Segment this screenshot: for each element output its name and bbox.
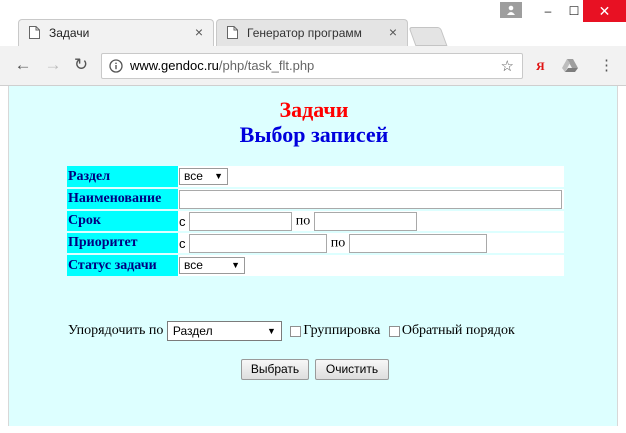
priority-to-input[interactable] bbox=[348, 233, 487, 253]
filter-row-name: Наименование bbox=[67, 187, 564, 210]
deadline-from-label: с bbox=[179, 213, 186, 229]
select-button[interactable]: Выбрать bbox=[241, 359, 309, 380]
browser-toolbar: ← → ↻ www.gendoc.ru/php/task_flt.php ☆ Я… bbox=[0, 46, 626, 86]
priority-from-label: с bbox=[179, 235, 186, 251]
filter-row-priority: Приоритет с по bbox=[67, 231, 564, 254]
back-arrow-icon[interactable]: ← bbox=[12, 54, 34, 76]
tab-generator[interactable]: Генератор программ × bbox=[216, 19, 408, 46]
group-checkbox[interactable] bbox=[290, 325, 302, 337]
dropdown-arrow-icon: ▼ bbox=[231, 260, 240, 271]
section-label: Раздел bbox=[67, 166, 178, 188]
sort-options: Упорядочить по Раздел ▼ Группировка Обрат… bbox=[68, 321, 515, 343]
forward-arrow-icon[interactable]: → bbox=[42, 54, 64, 76]
tab-title: Задачи bbox=[49, 26, 90, 40]
deadline-to-label: по bbox=[295, 213, 311, 228]
filter-row-section: Раздел все ▼ bbox=[67, 166, 564, 188]
url-text: www.gendoc.ru/php/task_flt.php bbox=[130, 58, 315, 73]
browser-titlebar: Задачи × Генератор программ × – ☐ ✕ bbox=[0, 0, 626, 46]
drive-extension-icon[interactable] bbox=[562, 58, 578, 72]
status-label: Статус задачи bbox=[67, 253, 178, 276]
clear-button[interactable]: Очистить bbox=[315, 359, 389, 380]
name-label: Наименование bbox=[67, 187, 178, 210]
priority-label: Приоритет bbox=[67, 231, 178, 254]
page-content: Задачи Выбор записей Раздел все ▼ Наимено… bbox=[8, 86, 618, 426]
tab-title: Генератор программ bbox=[247, 26, 362, 40]
priority-to-label: по bbox=[330, 235, 346, 250]
document-icon bbox=[227, 26, 238, 39]
tab-tasks[interactable]: Задачи × bbox=[18, 19, 214, 46]
deadline-to-input[interactable] bbox=[313, 211, 417, 231]
document-icon bbox=[29, 26, 40, 39]
status-select[interactable]: все ▼ bbox=[179, 257, 245, 275]
yandex-extension-icon[interactable]: Я bbox=[536, 59, 545, 74]
bookmark-star-icon[interactable]: ☆ bbox=[501, 57, 514, 75]
filter-row-deadline: Срок с по bbox=[67, 209, 564, 232]
address-bar[interactable]: www.gendoc.ru/php/task_flt.php ☆ bbox=[101, 53, 523, 79]
profile-icon[interactable] bbox=[500, 2, 522, 18]
close-tab-icon[interactable]: × bbox=[389, 24, 397, 40]
page-title: Задачи bbox=[279, 97, 349, 122]
info-icon[interactable] bbox=[109, 59, 123, 73]
close-window-button[interactable]: ✕ bbox=[583, 0, 626, 22]
priority-from-input[interactable] bbox=[189, 233, 328, 253]
group-label: Группировка bbox=[303, 323, 381, 338]
order-select[interactable]: Раздел ▼ bbox=[166, 321, 282, 341]
menu-icon[interactable]: ⋮ bbox=[599, 56, 614, 74]
order-label: Упорядочить по bbox=[68, 323, 164, 338]
close-tab-icon[interactable]: × bbox=[195, 24, 203, 40]
filter-table: Раздел все ▼ Наименование Срок с по Приор… bbox=[67, 166, 564, 276]
reload-icon[interactable]: ↻ bbox=[70, 54, 92, 76]
section-select[interactable]: все ▼ bbox=[179, 168, 228, 186]
reverse-order-label: Обратный порядок bbox=[401, 323, 515, 338]
new-tab-button[interactable] bbox=[408, 27, 448, 46]
filter-row-status: Статус задачи все ▼ bbox=[67, 253, 564, 276]
dropdown-arrow-icon: ▼ bbox=[266, 326, 276, 336]
name-input[interactable] bbox=[179, 189, 562, 209]
deadline-label: Срок bbox=[67, 209, 178, 232]
deadline-from-input[interactable] bbox=[189, 211, 293, 231]
page-subtitle: Выбор записей bbox=[239, 122, 389, 147]
dropdown-arrow-icon: ▼ bbox=[214, 171, 223, 182]
reverse-order-checkbox[interactable] bbox=[388, 325, 400, 337]
